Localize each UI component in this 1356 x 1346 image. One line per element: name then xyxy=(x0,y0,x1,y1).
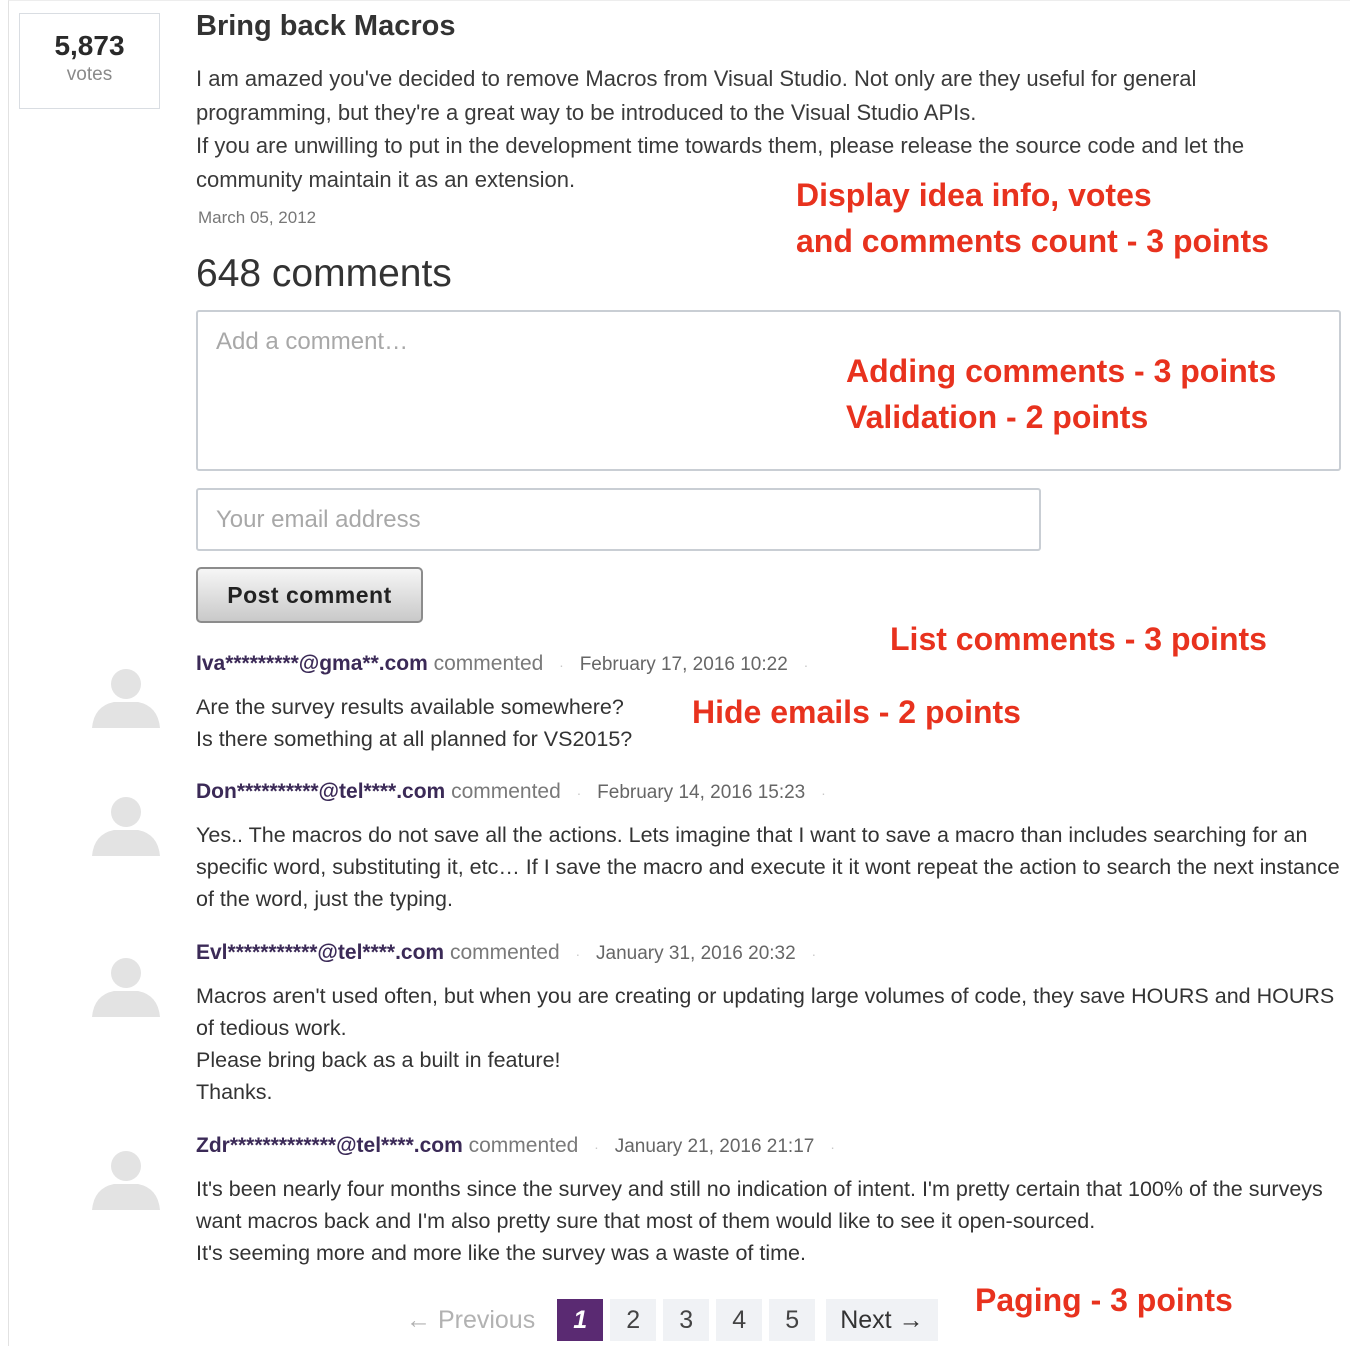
comment-text: Macros aren't used often, but when you a… xyxy=(196,980,1342,1108)
comment-verb: commented xyxy=(468,1134,579,1157)
comment-date: February 14, 2016 15:23 xyxy=(597,782,806,803)
page-link-2[interactable]: 2 xyxy=(610,1299,657,1341)
page-link-5[interactable]: 5 xyxy=(769,1299,816,1341)
vote-count: 5,873 xyxy=(54,30,125,61)
comment-meta: Zdr*************@tel****.com commented ·… xyxy=(196,1134,845,1158)
comment-meta: Evl***********@tel****.com commented · J… xyxy=(196,941,826,965)
comment-author: Iva*********@gma**.com xyxy=(196,652,428,675)
avatar xyxy=(88,662,164,728)
comments-count-heading: 648 comments xyxy=(196,252,452,295)
pagination: ← Previous 1 2 3 4 5 Next → xyxy=(406,1298,938,1342)
next-page-link[interactable]: Next → xyxy=(826,1299,938,1341)
avatar xyxy=(88,1144,164,1210)
comment-paragraph: It's been nearly four months since the s… xyxy=(196,1177,1323,1233)
page-link-4[interactable]: 4 xyxy=(716,1299,763,1341)
annotation-line: and comments count - 3 points xyxy=(796,223,1269,259)
comment-paragraph: Yes.. The macros do not save all the act… xyxy=(196,823,1340,911)
annotation-paging: Paging - 3 points xyxy=(975,1282,1233,1318)
votes-label: votes xyxy=(66,64,113,85)
post-comment-button[interactable]: Post comment xyxy=(196,567,423,623)
vote-box[interactable]: 5,873 votes xyxy=(19,13,160,109)
comment-author: Zdr*************@tel****.com xyxy=(196,1134,463,1157)
separator-dot: · xyxy=(575,946,581,962)
separator-dot: · xyxy=(821,785,826,801)
comment-paragraph: It's seeming more and more like the surv… xyxy=(196,1241,806,1265)
annotation-line: Display idea info, votes xyxy=(796,177,1152,213)
comment-author: Evl***********@tel****.com xyxy=(196,941,445,964)
comment-text: Yes.. The macros do not save all the act… xyxy=(196,819,1342,915)
annotation-line: Validation - 2 points xyxy=(846,399,1149,435)
comment-paragraph: Please bring back as a built in feature! xyxy=(196,1048,561,1072)
separator-dot: · xyxy=(594,1139,599,1155)
comment-paragraph: Thanks. xyxy=(196,1080,273,1104)
separator-dot: · xyxy=(803,657,809,673)
user-silhouette-icon xyxy=(92,669,160,728)
separator-dot: · xyxy=(559,657,564,673)
comment-author: Don**********@tel****.com xyxy=(196,780,446,803)
user-silhouette-icon xyxy=(92,958,160,1017)
comment-verb: commented xyxy=(449,941,560,964)
comment-verb: commented xyxy=(433,652,544,675)
idea-date: March 05, 2012 xyxy=(198,208,317,227)
comment-date: February 17, 2016 10:22 xyxy=(579,654,788,675)
page-link-3[interactable]: 3 xyxy=(663,1299,710,1341)
comment-meta: Don**********@tel****.com commented · Fe… xyxy=(196,780,836,804)
idea-title: Bring back Macros xyxy=(196,10,456,42)
comment-paragraph: Macros aren't used often, but when you a… xyxy=(196,984,1335,1040)
annotation-list-comments: List comments - 3 points xyxy=(890,621,1267,657)
avatar xyxy=(88,951,164,1017)
annotation-idea-info: Display idea info, votes and comments co… xyxy=(796,172,1269,264)
previous-page-link[interactable]: ← Previous xyxy=(406,1306,535,1335)
user-silhouette-icon xyxy=(92,797,160,856)
comment-date: January 21, 2016 21:17 xyxy=(614,1136,815,1157)
comment-meta: Iva*********@gma**.com commented · Febru… xyxy=(196,652,818,676)
annotation-adding-comments: Adding comments - 3 points Validation - … xyxy=(846,348,1276,440)
comment-text: It's been nearly four months since the s… xyxy=(196,1173,1342,1269)
page-link-1[interactable]: 1 xyxy=(557,1299,604,1341)
user-silhouette-icon xyxy=(92,1151,160,1210)
avatar xyxy=(88,790,164,856)
separator-dot: · xyxy=(811,946,817,962)
comment-date: January 31, 2016 20:32 xyxy=(596,943,796,964)
annotation-line: Adding comments - 3 points xyxy=(846,353,1277,389)
separator-dot: · xyxy=(830,1139,835,1155)
idea-description-paragraph: I am amazed you've decided to remove Mac… xyxy=(196,66,1197,125)
annotation-hide-emails: Hide emails - 2 points xyxy=(692,694,1021,730)
email-input[interactable] xyxy=(196,488,1041,551)
separator-dot: · xyxy=(576,785,582,801)
comment-verb: commented xyxy=(451,780,561,803)
